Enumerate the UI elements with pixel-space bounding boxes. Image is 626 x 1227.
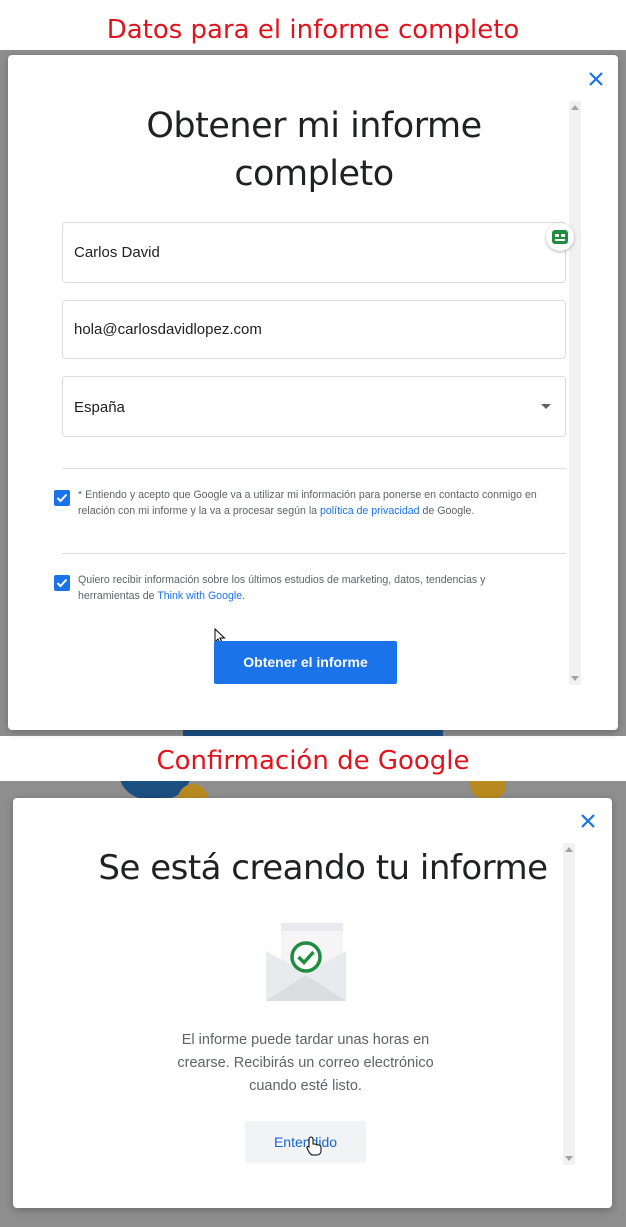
scrollbar[interactable] (569, 101, 581, 685)
consent-text-end: de Google. (419, 505, 475, 517)
scroll-down-arrow[interactable] (571, 676, 579, 681)
marketing-text-end: . (242, 590, 246, 602)
scrollbar[interactable] (563, 843, 575, 1165)
think-with-google-link[interactable]: Think with Google (157, 590, 242, 602)
close-icon (589, 72, 603, 86)
modal-title: Obtener mi informe completo (146, 106, 482, 194)
background-page-element (470, 781, 506, 799)
divider (62, 468, 566, 469)
modal-title: Se está creando tu informe (98, 848, 548, 888)
name-field[interactable]: Carlos David (62, 222, 574, 283)
consent-text: * Entiendo y acepto que Google va a util… (78, 487, 548, 519)
password-manager-icon (552, 230, 568, 244)
email-field-value: hola@carlosdavidlopez.com (74, 321, 262, 338)
scroll-down-arrow[interactable] (565, 1156, 573, 1161)
close-button[interactable] (575, 808, 601, 834)
marketing-text-part: Quiero recibir información sobre los últ… (78, 574, 486, 602)
marketing-checkbox[interactable] (54, 575, 70, 591)
close-button[interactable] (583, 66, 609, 92)
scroll-up-arrow[interactable] (571, 105, 579, 110)
confirmation-modal: Se está creando tu informe El informe pu… (13, 798, 612, 1208)
divider (62, 553, 566, 554)
confirmation-message: El informe puede tardar unas horas en cr… (177, 1032, 434, 1094)
checkbox-check-icon (56, 493, 68, 503)
name-field-value: Carlos David (74, 244, 160, 261)
country-select-value: España (74, 399, 125, 416)
section2-caption: Confirmación de Google (156, 746, 470, 776)
envelope-check-icon (266, 923, 346, 1001)
close-icon (581, 814, 595, 828)
privacy-policy-link[interactable]: política de privacidad (320, 505, 420, 517)
consent-checkbox[interactable] (54, 490, 70, 506)
report-form-modal: Obtener mi informe completo Carlos David… (8, 55, 618, 730)
dropdown-arrow-icon (541, 404, 551, 409)
country-select[interactable]: España (62, 376, 566, 437)
checkbox-check-icon (56, 578, 68, 588)
email-field[interactable]: hola@carlosdavidlopez.com (62, 300, 566, 359)
section1-caption: Datos para el informe completo (106, 15, 520, 45)
marketing-text: Quiero recibir información sobre los últ… (78, 572, 548, 604)
hand-cursor-icon (306, 1136, 322, 1156)
password-manager-button[interactable] (546, 223, 574, 251)
get-report-button[interactable]: Obtener el informe (214, 641, 397, 684)
